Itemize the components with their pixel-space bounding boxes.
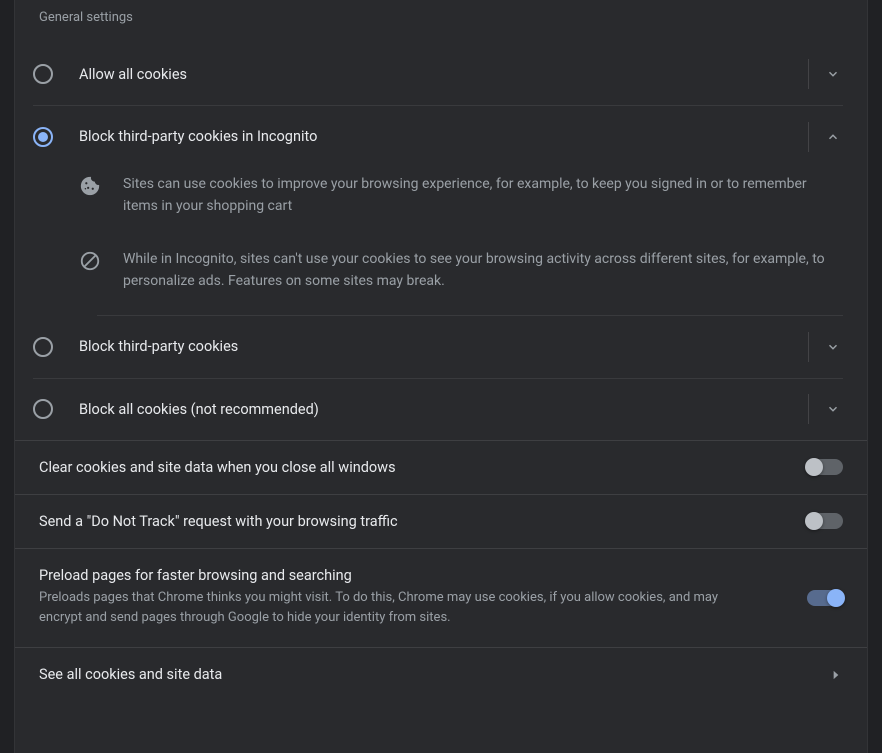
setting-title: Clear cookies and site data when you clo… — [39, 459, 807, 476]
arrow-right-icon — [829, 668, 843, 682]
radio-icon — [33, 127, 53, 147]
setting-title: Send a "Do Not Track" request with your … — [39, 513, 807, 530]
chevron-down-icon[interactable] — [823, 337, 843, 357]
cookie-icon — [79, 175, 101, 197]
setting-clear-on-close[interactable]: Clear cookies and site data when you clo… — [15, 440, 867, 494]
separator — [808, 59, 809, 89]
radio-icon — [33, 337, 53, 357]
setting-see-all-cookies[interactable]: See all cookies and site data — [15, 647, 867, 701]
option-block-all-cookies[interactable]: Block all cookies (not recommended) — [33, 378, 843, 440]
radio-icon — [33, 399, 53, 419]
section-header: General settings — [15, 0, 867, 43]
separator — [808, 394, 809, 424]
detail-text: Sites can use cookies to improve your br… — [123, 173, 843, 218]
setting-do-not-track[interactable]: Send a "Do Not Track" request with your … — [15, 494, 867, 548]
chevron-down-icon[interactable] — [823, 64, 843, 84]
separator — [808, 332, 809, 362]
chevron-down-icon[interactable] — [823, 399, 843, 419]
option-label: Allow all cookies — [79, 66, 800, 83]
option-label: Block third-party cookies — [79, 338, 800, 355]
setting-subtitle: Preloads pages that Chrome thinks you mi… — [39, 588, 759, 630]
detail-text: While in Incognito, sites can't use your… — [123, 248, 843, 293]
option-allow-all-cookies[interactable]: Allow all cookies — [33, 43, 843, 105]
option-label: Block third-party cookies in Incognito — [79, 128, 800, 145]
chevron-up-icon[interactable] — [823, 127, 843, 147]
detail-cookie-info: Sites can use cookies to improve your br… — [33, 167, 843, 224]
radio-icon — [33, 64, 53, 84]
option-block-third-party[interactable]: Block third-party cookies — [33, 316, 843, 378]
setting-title: See all cookies and site data — [39, 666, 829, 683]
cookie-radio-group: Allow all cookies Block third-party cook… — [15, 43, 867, 440]
toggle-switch[interactable] — [807, 459, 843, 475]
detail-incognito-info: While in Incognito, sites can't use your… — [33, 224, 843, 315]
separator — [808, 122, 809, 152]
setting-preload-pages[interactable]: Preload pages for faster browsing and se… — [15, 548, 867, 648]
settings-panel: General settings Allow all cookies Block… — [14, 0, 868, 753]
option-block-third-party-incognito[interactable]: Block third-party cookies in Incognito — [33, 105, 843, 167]
toggle-switch[interactable] — [807, 590, 843, 606]
setting-title: Preload pages for faster browsing and se… — [39, 567, 807, 584]
option-label: Block all cookies (not recommended) — [79, 401, 800, 418]
toggle-switch[interactable] — [807, 513, 843, 529]
block-icon — [79, 250, 101, 272]
